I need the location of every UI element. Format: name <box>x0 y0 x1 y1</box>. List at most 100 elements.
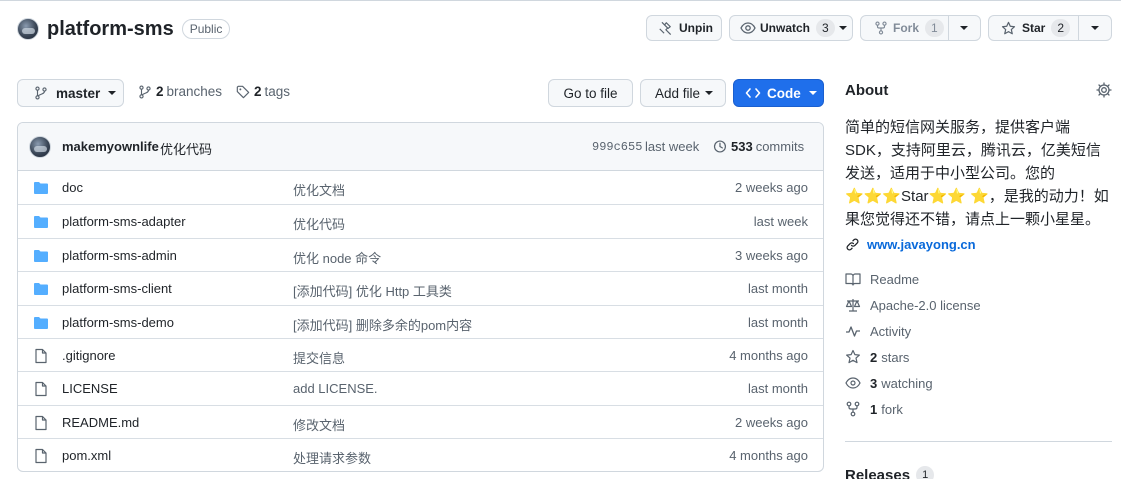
stars-link[interactable]: 2 stars <box>845 349 909 365</box>
activity-link[interactable]: Activity <box>845 323 911 339</box>
fork-dropdown-caret[interactable] <box>947 16 980 40</box>
commit-hash[interactable]: 999c655 <box>592 140 642 154</box>
file-row[interactable]: platform-sms-adapter 优化代码 last week <box>18 204 823 237</box>
file-row[interactable]: platform-sms-client [添加代码] 优化 Http 工具类 las… <box>18 271 823 304</box>
stars-label: stars <box>881 349 910 365</box>
file-row[interactable]: doc 优化文档 2 weeks ago <box>18 171 823 204</box>
gear-icon[interactable] <box>1096 82 1112 98</box>
eye-icon <box>845 375 861 391</box>
top-border <box>0 0 1121 1</box>
file-name[interactable]: pom.xml <box>62 448 111 463</box>
folder-icon <box>33 214 49 230</box>
file-name[interactable]: LICENSE <box>62 381 118 396</box>
forks-link[interactable]: 1 fork <box>845 401 903 417</box>
file-commit-message[interactable]: [添加代码] 优化 Http 工具类 <box>293 281 452 300</box>
file-name[interactable]: platform-sms-client <box>62 281 172 296</box>
license-label: Apache-2.0 license <box>870 297 981 313</box>
folder-icon <box>33 248 49 264</box>
commits-link[interactable]: 533 commits <box>712 139 804 154</box>
law-icon <box>845 297 861 313</box>
star-counter: 2 <box>1051 19 1071 37</box>
code-button[interactable]: Code <box>733 79 824 107</box>
fork-icon <box>845 401 861 417</box>
fork-label: fork <box>881 401 903 417</box>
fork-button[interactable]: Fork 1 <box>861 19 948 37</box>
chevron-down-icon <box>108 91 117 95</box>
go-to-file-button[interactable]: Go to file <box>548 79 633 107</box>
unpin-button[interactable]: Unpin <box>646 15 722 41</box>
pulse-icon <box>845 323 861 339</box>
owner-avatar[interactable] <box>17 18 39 40</box>
watch-dropdown-caret[interactable] <box>835 26 852 30</box>
file-name[interactable]: README.md <box>62 415 139 430</box>
unwatch-label: Unwatch <box>760 21 811 35</box>
file-row[interactable]: .gitignore 提交信息 4 months ago <box>18 337 823 371</box>
file-commit-message[interactable]: 提交信息 <box>293 348 345 367</box>
commit-time: last week <box>645 139 700 154</box>
file-list: doc 优化文档 2 weeks ago platform-sms-adapter 优化… <box>18 171 823 471</box>
file-icon <box>33 381 49 397</box>
license-link[interactable]: Apache-2.0 license <box>845 297 981 313</box>
releases-heading[interactable]: Releases 1 <box>845 466 935 479</box>
file-commit-message[interactable]: 修改文档 <box>293 415 345 434</box>
file-commit-message[interactable]: 处理请求参数 <box>293 448 371 467</box>
file-icon <box>33 348 49 364</box>
branch-icon <box>138 84 152 99</box>
branches-link[interactable]: 2 branches <box>138 84 222 99</box>
chevron-down-icon <box>705 91 714 95</box>
stars-count: 2 <box>870 349 878 365</box>
commits-label: commits <box>755 139 805 154</box>
add-file-button[interactable]: Add file <box>640 79 726 107</box>
visibility-badge: Public <box>181 19 231 39</box>
file-name[interactable]: platform-sms-adapter <box>62 214 186 229</box>
branches-count: 2 <box>156 84 164 99</box>
star-button[interactable]: Star 2 <box>989 19 1078 37</box>
tags-link[interactable]: 2 tags <box>236 84 290 99</box>
website-link[interactable]: www.javayong.cn <box>845 237 976 252</box>
star-dropdown-caret[interactable] <box>1078 16 1111 40</box>
tags-label: tags <box>264 84 291 99</box>
unwatch-button[interactable]: Unwatch 3 <box>729 15 853 41</box>
add-file-label: Add file <box>655 85 701 101</box>
chevron-down-icon <box>960 26 969 30</box>
file-commit-message[interactable]: 优化代码 <box>293 214 345 233</box>
file-commit-time: 3 weeks ago <box>735 247 808 263</box>
file-name[interactable]: .gitignore <box>62 348 115 363</box>
chevron-down-icon <box>808 91 817 95</box>
file-commit-message[interactable]: [添加代码] 删除多余的pom内容 <box>293 315 472 334</box>
readme-link[interactable]: Readme <box>845 271 919 287</box>
commit-author-avatar[interactable] <box>29 136 51 158</box>
commit-author[interactable]: makemyownlife <box>62 139 159 154</box>
file-commit-message[interactable]: 优化 node 命令 <box>293 248 381 267</box>
branch-icon <box>34 86 48 100</box>
repo-name[interactable]: platform-sms <box>47 18 174 41</box>
branch-selector[interactable]: master <box>17 79 124 107</box>
folder-icon <box>33 180 49 196</box>
activity-label: Activity <box>870 323 912 339</box>
file-row[interactable]: pom.xml 处理请求参数 4 months ago <box>18 438 823 471</box>
watch-counter: 3 <box>816 19 835 37</box>
file-commit-time: last month <box>748 381 808 397</box>
file-commit-message[interactable]: 优化文档 <box>293 180 345 199</box>
file-row[interactable]: platform-sms-demo [添加代码] 删除多余的pom内容 last m… <box>18 304 823 338</box>
code-label: Code <box>767 85 801 101</box>
file-commit-message[interactable]: add LICENSE. <box>293 381 378 396</box>
file-commit-time: 4 months ago <box>729 448 808 464</box>
folder-icon <box>33 315 49 331</box>
history-icon <box>712 139 727 154</box>
file-row[interactable]: platform-sms-admin 优化 node 命令 3 weeks ago <box>18 237 823 271</box>
releases-title: Releases <box>845 466 911 479</box>
file-row[interactable]: LICENSE add LICENSE. last month <box>18 371 823 404</box>
pin-icon <box>657 20 673 36</box>
watching-link[interactable]: 3 watching <box>845 375 933 391</box>
file-commit-time: last month <box>748 281 808 297</box>
file-name[interactable]: doc <box>62 180 83 195</box>
star-icon <box>845 349 861 365</box>
file-icon <box>33 448 49 464</box>
commit-message[interactable]: 优化代码 <box>160 139 212 158</box>
file-name[interactable]: platform-sms-demo <box>62 315 174 330</box>
branches-label: branches <box>166 84 223 99</box>
file-row[interactable]: README.md 修改文档 2 weeks ago <box>18 404 823 438</box>
file-name[interactable]: platform-sms-admin <box>62 248 177 263</box>
website-url: www.javayong.cn <box>867 237 976 252</box>
